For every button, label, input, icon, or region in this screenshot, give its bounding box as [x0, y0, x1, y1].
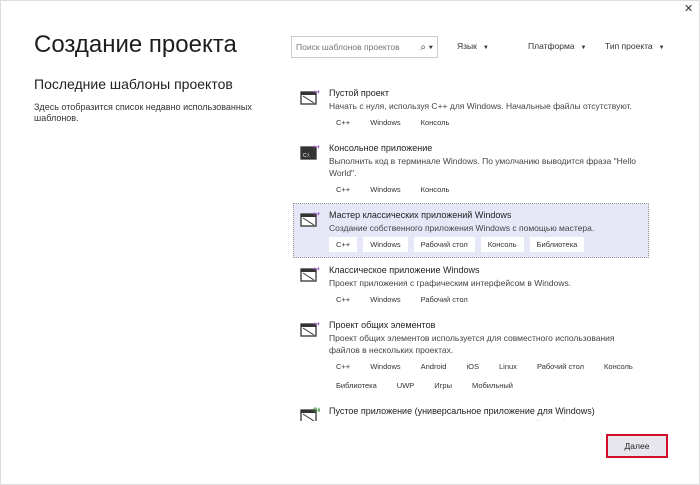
- template-description: Проект одностраничного приложения универ…: [329, 418, 639, 421]
- tag: Библиотека: [529, 237, 585, 252]
- recent-templates-heading: Последние шаблоны проектов: [34, 76, 233, 92]
- tag: Рабочий стол: [420, 295, 468, 304]
- chevron-down-icon: ▼: [658, 45, 665, 51]
- wizard-icon: ++: [300, 210, 321, 228]
- template-tags: C++ Windows Рабочий стол: [329, 292, 642, 307]
- template-item[interactable]: C# Пустое приложение (универсальное прил…: [293, 399, 649, 421]
- template-tags: C++ Windows Консоль: [329, 182, 642, 197]
- platform-filter[interactable]: Платформа ▼: [528, 41, 586, 51]
- tag: Windows: [370, 118, 401, 127]
- tag: Windows: [370, 295, 401, 304]
- tag: Консоль: [420, 185, 450, 194]
- template-list: ++ Пустой проект Начать с нуля, использу…: [293, 81, 649, 421]
- tag: UWP: [396, 381, 415, 390]
- tag: Windows: [363, 237, 408, 252]
- desktop-app-icon: ++: [300, 265, 321, 283]
- chevron-down-icon: ▼: [580, 45, 587, 51]
- tag: iOS: [466, 362, 479, 371]
- template-item[interactable]: ++ Классическое приложение Windows Проек…: [293, 258, 649, 313]
- template-item[interactable]: ++ Пустой проект Начать с нуля, использу…: [293, 81, 649, 136]
- tag: C++: [336, 185, 351, 194]
- svg-text:C:\: C:\: [303, 153, 310, 159]
- console-app-icon: C:\ ++: [300, 143, 321, 161]
- tag: C++: [336, 295, 351, 304]
- template-title: Классическое приложение Windows: [329, 265, 480, 275]
- search-input[interactable]: Поиск шаблонов проектов ⌕ ▾: [291, 36, 438, 58]
- project-type-filter[interactable]: Тип проекта ▼: [605, 41, 665, 51]
- template-tags: C++ Windows Android iOS Linux Рабочий стол Кон…: [329, 359, 642, 393]
- template-item[interactable]: ++ Проект общих элементов Проект общих э…: [293, 313, 649, 399]
- template-description: Проект приложения с графическим интерфей…: [329, 278, 572, 288]
- page-title: Создание проекта: [34, 31, 237, 58]
- tag: Консоль: [480, 237, 524, 252]
- template-title: Пустой проект: [329, 88, 389, 98]
- template-tags: C++ Windows Рабочий стол Консоль Библиотека: [329, 237, 642, 252]
- tag: Библиотека: [336, 381, 377, 390]
- template-title: Проект общих элементов: [329, 320, 436, 330]
- tag: C++: [336, 118, 351, 127]
- tag: C++: [336, 362, 351, 371]
- template-description: Проект общих элементов используется для …: [329, 333, 615, 355]
- tag: Консоль: [604, 362, 633, 371]
- template-title: Мастер классических приложений Windows: [329, 210, 512, 220]
- tag: Мобильный: [471, 381, 513, 390]
- badge: ++: [313, 322, 320, 328]
- tag: Linux: [499, 362, 517, 371]
- template-item[interactable]: ++ Мастер классических приложений Window…: [293, 203, 649, 258]
- template-title: Консольное приложение: [329, 143, 433, 153]
- next-button[interactable]: Далее: [606, 434, 668, 458]
- template-description: Начать с нуля, используя C++ для Windows…: [329, 101, 632, 111]
- tag: Windows: [370, 362, 401, 371]
- template-tags: C++ Windows Консоль: [329, 115, 642, 130]
- tag: C++: [329, 237, 358, 252]
- search-icon[interactable]: ⌕ ▾: [420, 42, 433, 53]
- template-title: Пустое приложение (универсальное приложе…: [329, 406, 595, 416]
- badge: ++: [313, 145, 320, 151]
- tag: Рабочий стол: [536, 362, 585, 371]
- language-filter[interactable]: Язык ▼: [457, 41, 489, 51]
- badge: ++: [313, 212, 320, 218]
- tag: Windows: [370, 185, 401, 194]
- chevron-down-icon: ▼: [482, 45, 489, 51]
- close-button[interactable]: ✕: [684, 2, 693, 15]
- template-item[interactable]: C:\ ++ Консольное приложение Выполнить ко…: [293, 136, 649, 203]
- recent-templates-description: Здесь отобразится список недавно использ…: [34, 102, 252, 123]
- tag: Игры: [434, 381, 452, 390]
- tag: Android: [420, 362, 447, 371]
- badge: C#: [313, 408, 320, 414]
- empty-project-icon: ++: [300, 88, 321, 106]
- badge: ++: [313, 267, 320, 273]
- uwp-app-icon: C#: [300, 406, 321, 421]
- filter-label: Тип проекта: [605, 41, 653, 51]
- badge: ++: [313, 90, 320, 96]
- template-description: Создание собственного приложения Windows…: [329, 223, 595, 233]
- filter-label: Платформа: [528, 41, 575, 51]
- search-placeholder: Поиск шаблонов проектов: [296, 42, 400, 52]
- tag: Рабочий стол: [413, 237, 475, 252]
- filter-label: Язык: [457, 41, 477, 51]
- tag: Консоль: [420, 118, 450, 127]
- template-description: Выполнить код в терминале Windows. По ум…: [329, 156, 636, 178]
- shared-items-icon: ++: [300, 320, 321, 338]
